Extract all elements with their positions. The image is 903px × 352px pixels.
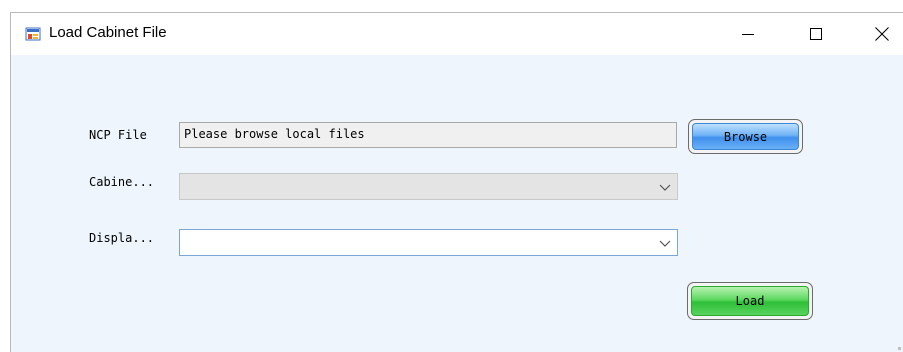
cabinet-dropdown[interactable]: [179, 173, 678, 200]
background-strip: [0, 0, 903, 12]
ncp-file-label: NCP File: [89, 128, 147, 142]
browse-button[interactable]: Browse: [688, 119, 803, 154]
close-button[interactable]: [859, 13, 903, 55]
load-button[interactable]: Load: [687, 282, 813, 320]
minimize-icon: [742, 34, 754, 35]
browse-button-label: Browse: [692, 123, 799, 150]
app-icon: [25, 26, 41, 42]
chevron-down-icon: [659, 184, 671, 191]
window-title: Load Cabinet File: [49, 24, 167, 41]
chevron-down-icon: [659, 240, 671, 247]
cabinet-label: Cabine...: [89, 175, 155, 189]
display-dropdown[interactable]: [179, 229, 678, 256]
maximize-button[interactable]: [793, 13, 839, 55]
dialog-body: NCP File Please browse local files Brows…: [11, 55, 903, 352]
load-cabinet-file-dialog: Load Cabinet File NCP File Please browse…: [10, 12, 903, 352]
display-label: Displa...: [89, 231, 155, 245]
load-button-label: Load: [691, 286, 809, 316]
minimize-button[interactable]: [725, 13, 771, 55]
close-icon: [875, 27, 889, 41]
resize-grip[interactable]: [898, 347, 901, 350]
ncp-file-path-field[interactable]: Please browse local files: [179, 122, 677, 148]
maximize-icon: [810, 28, 822, 40]
title-bar[interactable]: Load Cabinet File: [11, 13, 903, 55]
